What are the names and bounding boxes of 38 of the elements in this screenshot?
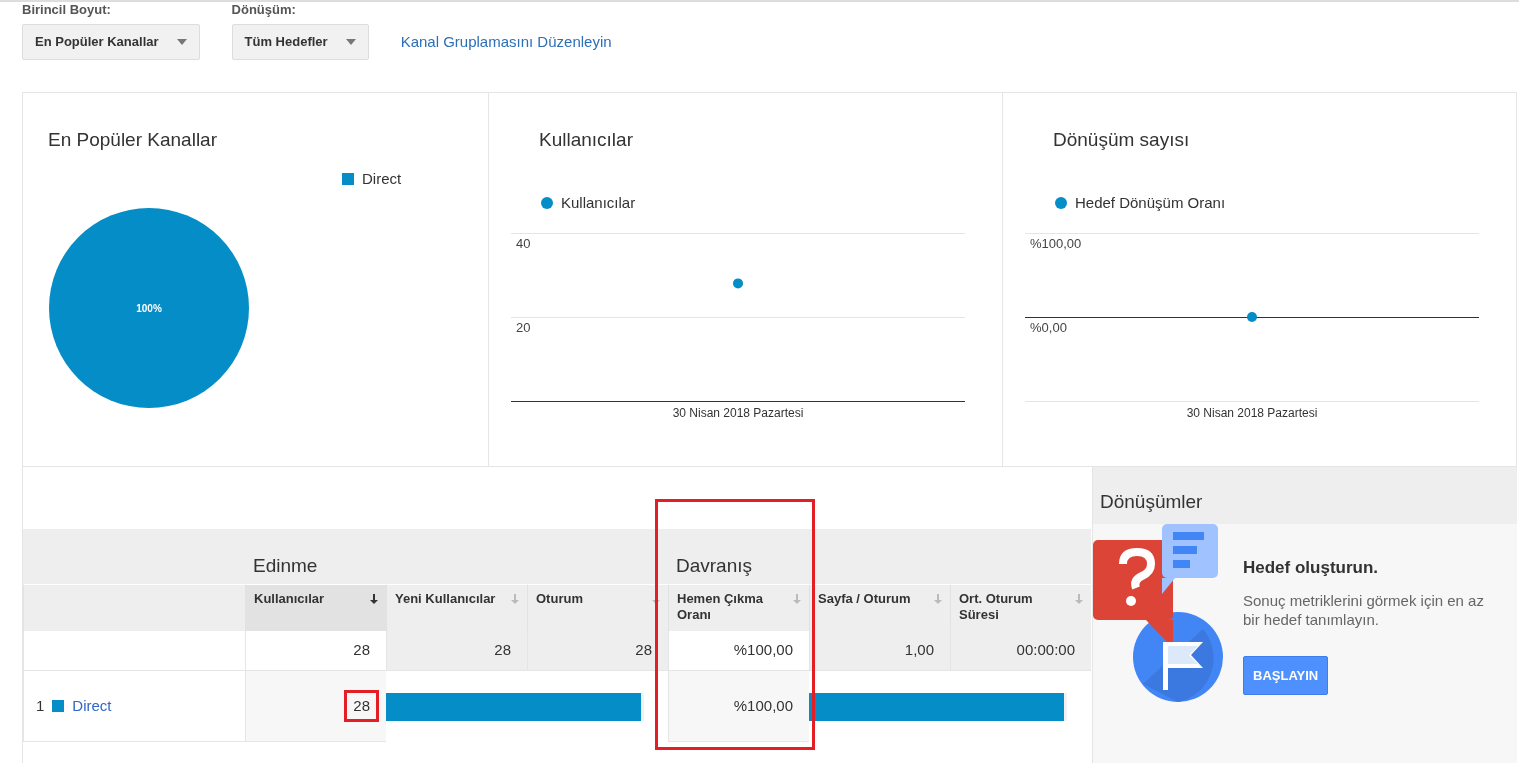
data-point [733, 278, 743, 289]
highlighted-value: 28 [344, 689, 379, 723]
channel-link[interactable]: Direct [72, 694, 112, 718]
legend-label: Kullanıcılar [561, 192, 636, 213]
y-tick-label: %100,00 [1030, 236, 1082, 252]
dropdown[interactable]: En Popüler Kanallar [22, 24, 200, 60]
dropdown[interactable]: Tüm Hedefler [231, 24, 369, 60]
value-text: %100,00 [733, 695, 793, 716]
total-cell: 28 [527, 631, 668, 671]
legend-label: Hedef Dönüşüm Oranı [1075, 192, 1226, 213]
group-header: Davranış [676, 553, 753, 578]
slice-label: 100% [136, 302, 162, 314]
y-tick-label: %0,00 [1030, 320, 1067, 336]
x-tick-label: 30 Nisan 2018 Pazartesi [1186, 406, 1318, 421]
y-tick-label: 40 [516, 236, 531, 252]
caret-icon [345, 39, 356, 45]
filter-label: Dönüşüm: [231, 3, 297, 16]
y-tick-label: 20 [516, 320, 531, 336]
total-cell: 28 [386, 631, 527, 671]
row-number: 1 [36, 695, 45, 716]
chart-title: Dönüşüm sayısı [1053, 129, 1191, 152]
total-cell: 00:00:00 [950, 631, 1091, 671]
group-header: Edinme [253, 553, 318, 578]
panel-heading: Hedef oluşturun. [1243, 557, 1380, 579]
legend-label: Direct [362, 168, 402, 189]
filter-label: Birincil Boyut: [22, 3, 112, 16]
x-tick-label: 30 Nisan 2018 Pazartesi [672, 406, 804, 421]
legend-swatch [342, 173, 354, 186]
chart-title: Kullanıcılar [539, 129, 634, 152]
edit-grouping-link[interactable]: Kanal Gruplamasını Düzenleyin [400, 24, 612, 60]
data-point [1247, 312, 1257, 323]
chart-title: En Popüler Kanallar [48, 129, 218, 152]
total-cell: 1,00 [809, 631, 950, 671]
panel-title: Dönüşümler [1093, 467, 1517, 524]
total-cell: 28 [245, 631, 386, 671]
description-text: Sonuç metriklerini görmek için en az bir hedef tanımlayın. [1243, 590, 1485, 629]
caret-icon [176, 39, 187, 45]
total-cell: %100,00 [668, 631, 809, 671]
